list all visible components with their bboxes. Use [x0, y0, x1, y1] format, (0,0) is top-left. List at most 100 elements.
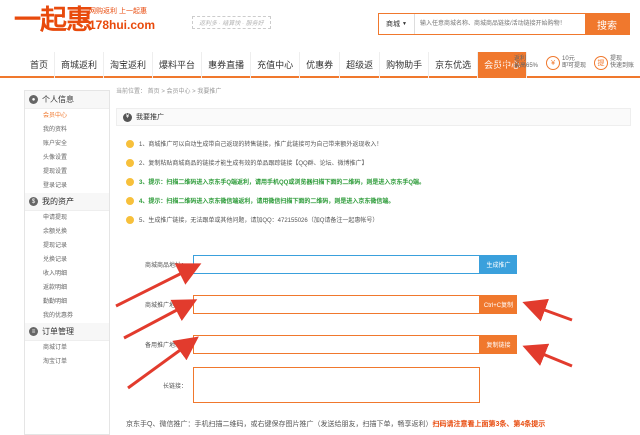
badge-text: 返利 最高65%	[514, 56, 538, 70]
sidebar-section-header: ≡ 订单管理	[25, 323, 109, 341]
long-link-row: 长链接：	[116, 367, 480, 403]
copy-link-button[interactable]: 复制链接	[480, 335, 517, 354]
note-text: 3、提示：扫描二维码进入京东手Q端返利，请用手机QQ或浏览器扫描下面的二维码，则…	[139, 180, 426, 186]
lightbulb-icon	[126, 177, 134, 186]
long-link-textarea[interactable]	[193, 367, 480, 403]
nav-item[interactable]: 超级返	[340, 52, 381, 78]
search-input[interactable]	[415, 14, 585, 34]
extra-badge[interactable]: ¥10元 即可提现	[546, 56, 586, 70]
badge-text: 提现 快速到账	[610, 56, 634, 70]
badge-line1: 提现	[610, 56, 623, 62]
sidebar-section-title: 我的资产	[42, 197, 74, 206]
badge-icon: 返	[498, 56, 512, 70]
long-link-label: 长链接：	[162, 383, 187, 390]
nav-item[interactable]: 爆料平台	[153, 52, 203, 78]
badge-line2: 即可提现	[562, 63, 587, 69]
badge-line2: 最高65%	[514, 63, 539, 69]
extra-badge[interactable]: 提提现 快速到账	[594, 56, 634, 70]
notes-list: 1、商城推广可以自动生成带自己返现的转售链接，推广此链接可为自己带来额外返现收入…	[126, 134, 425, 229]
search-type-select[interactable]: 商城 ▼	[379, 14, 415, 34]
logo-slogan: 网购返利 上一起惠	[89, 8, 147, 15]
nav-item[interactable]: 首页	[24, 52, 56, 78]
breadcrumb: 当前位置： 首页 > 会员中心 > 我要推广	[116, 89, 222, 95]
generate-link-button[interactable]: 生成推广	[480, 255, 517, 274]
promo-url-row: 商城推广地址： Ctrl+C复制	[116, 295, 517, 314]
nav-item[interactable]: 充值中心	[251, 52, 301, 78]
note-item: 2、复制粘贴商城商品的链接才能生成有效的单品跟踪链接【QQ群、论坛、微博推广】	[126, 153, 425, 172]
promo-url-input[interactable]	[193, 295, 480, 314]
badge-text: 10元 即可提现	[562, 56, 586, 70]
copy-shortcut-button[interactable]: Ctrl+C复制	[480, 295, 517, 314]
nav-item[interactable]: 优惠券	[300, 52, 341, 78]
yen-icon: ¥	[123, 112, 132, 122]
sidebar-item[interactable]: 提现记录	[25, 239, 109, 253]
sidebar-section-header: ● 个人信息	[25, 91, 109, 109]
page-title: 我要推广	[136, 114, 164, 121]
product-url-row: 商城商品地址： 生成推广	[116, 255, 517, 274]
product-url-input[interactable]	[193, 255, 480, 274]
sidebar-item[interactable]: 我的资料	[25, 123, 109, 137]
sidebar-item[interactable]: 账户安全	[25, 137, 109, 151]
note-item: 5、生成推广链接，无法跟单或其他问题，请加QQ：472155026（加Q请备注一…	[126, 210, 425, 229]
search-button[interactable]: 搜索	[585, 14, 629, 34]
sidebar: ● 个人信息 会员中心 我的资料 账户安全 头像设置 提现设置 登录记录 $ 我的资产申请提现 余额…	[24, 90, 110, 435]
footer-note-text: 京东手Q、微信推广：手机扫描二维码，或右键保存图片推广（发送给朋友，扫描下单，畅…	[126, 421, 433, 428]
logo-domain: 178hui.com	[89, 18, 156, 32]
note-text: 1、商城推广可以自动生成带自己返现的转售链接，推广此链接可为自己带来额外返现收入…	[139, 142, 383, 148]
main-nav: 首页 商城返利 淘宝返利 爆料平台 惠券直播 充值中心 优惠券 超级返 购物助手 京东优选 会员中心…	[0, 52, 640, 78]
sidebar-item[interactable]: 提现设置	[25, 165, 109, 179]
search-bar: 商城▼ 搜索	[378, 13, 630, 35]
header: 一起惠 网购返利 上一起惠 178hui.com 返利多 · 结算快 · 服务好…	[0, 0, 640, 52]
footer-note-warning: 扫码请注意看上面第3条、第4条提示	[432, 421, 546, 428]
search-type-label: 商城	[386, 21, 401, 28]
backup-url-input[interactable]	[193, 335, 480, 354]
nav-item[interactable]: 京东优选	[429, 52, 479, 78]
badge-line2: 快速到账	[610, 63, 635, 69]
wallet-icon: $	[29, 197, 38, 206]
person-icon: ●	[29, 95, 38, 104]
note-item: 1、商城推广可以自动生成带自己返现的转售链接，推广此链接可为自己带来额外返现收入…	[126, 134, 425, 153]
note-item: 4、提示：扫描二维码进入京东微信端返利，请用微信扫描下面的二维码，则是进入京东微…	[126, 191, 425, 210]
sidebar-item[interactable]: 登录记录	[25, 179, 109, 193]
list-icon: ≡	[29, 327, 38, 336]
note-item: 3、提示：扫描二维码进入京东手Q端返利，请用手机QQ或浏览器扫描下面的二维码，则…	[126, 172, 425, 191]
nav-item[interactable]: 购物助手	[380, 52, 430, 78]
sidebar-item[interactable]: 勤勤明细	[25, 295, 109, 309]
sidebar-item[interactable]: 返款明细	[25, 281, 109, 295]
sidebar-item[interactable]: 淘宝订单	[25, 355, 109, 369]
badge-line1: 返利	[514, 56, 527, 62]
sidebar-item[interactable]: 会员中心	[25, 109, 109, 123]
nav-item[interactable]: 惠券直播	[202, 52, 252, 78]
nav-item[interactable]: 商城返利	[55, 52, 105, 78]
main-content: 当前位置： 首页 > 会员中心 > 我要推广 ¥ 我要推广 1、商城推广可以自动…	[116, 84, 636, 435]
lightbulb-icon	[126, 158, 134, 167]
sidebar-item[interactable]: 我的优惠券	[25, 309, 109, 323]
extra-badge[interactable]: 返返利 最高65%	[498, 56, 538, 70]
sidebar-item[interactable]: 头像设置	[25, 151, 109, 165]
site-logo[interactable]: 一起惠	[14, 5, 93, 36]
lightbulb-icon	[126, 139, 134, 148]
nav-item[interactable]: 淘宝返利	[104, 52, 154, 78]
product-url-label: 商城商品地址：	[144, 263, 187, 269]
sidebar-item[interactable]: 商城订单	[25, 341, 109, 355]
lightbulb-icon	[126, 196, 134, 205]
badge-line1: 10元	[562, 56, 575, 62]
footer-note: 京东手Q、微信推广：手机扫描二维码，或右键保存图片推广（发送给朋友，扫描下单，畅…	[126, 419, 545, 429]
nav-items: 首页 商城返利 淘宝返利 爆料平台 惠券直播 充值中心 优惠券 超级返 购物助手 京东优选 会员中心	[24, 52, 528, 78]
sidebar-item[interactable]: 收入明细	[25, 267, 109, 281]
badge-icon: 提	[594, 56, 609, 70]
promo-url-label: 商城推广地址：	[144, 303, 187, 309]
logo-side: 网购返利 上一起惠 178hui.com	[89, 6, 189, 33]
sidebar-section-header: $ 我的资产	[25, 193, 109, 211]
lightbulb-icon	[126, 215, 134, 224]
sidebar-item[interactable]: 申请提现	[25, 211, 109, 225]
nav-extras: 返返利 最高65% ¥10元 即可提现提提现 快速到账	[498, 56, 634, 70]
sidebar-item[interactable]: 兑换记录	[25, 253, 109, 267]
note-text: 2、复制粘贴商城商品的链接才能生成有效的单品跟踪链接【QQ群、论坛、微博推广】	[139, 161, 368, 167]
sidebar-item[interactable]: 余额兑换	[25, 225, 109, 239]
logo-text: 一起惠	[14, 5, 93, 36]
backup-url-row: 备用推广地址： 复制链接	[116, 335, 517, 354]
note-text: 5、生成推广链接，无法跟单或其他问题，请加QQ：472155026（加Q请备注一…	[139, 218, 379, 224]
note-text: 4、提示：扫描二维码进入京东微信端返利，请用微信扫描下面的二维码，则是进入京东微…	[139, 199, 395, 205]
badge-icon: ¥	[546, 56, 561, 70]
